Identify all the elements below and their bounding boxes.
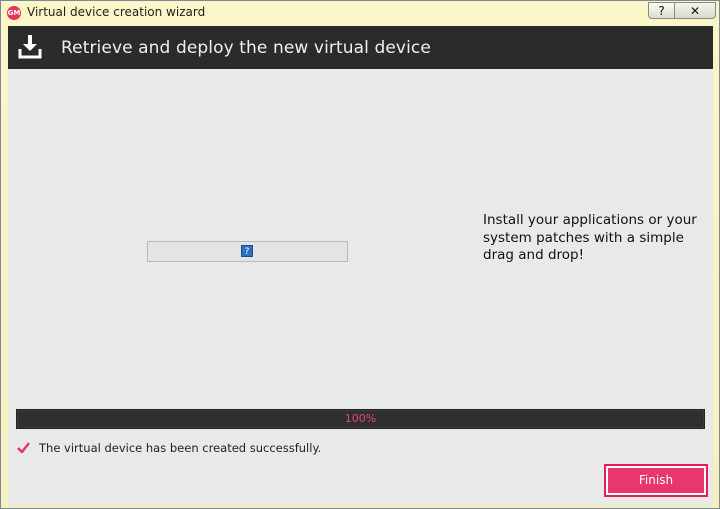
genymotion-logo-icon: GM xyxy=(7,6,21,20)
close-button[interactable]: ✕ xyxy=(674,2,716,19)
checkmark-icon xyxy=(17,442,30,453)
finish-button-focus-ring: Finish xyxy=(604,464,708,497)
window-title: Virtual device creation wizard xyxy=(27,5,206,19)
progress-label: 100% xyxy=(344,412,377,425)
wizard-content: ? Install your applications or your syst… xyxy=(8,69,713,505)
title-bar[interactable]: GM Virtual device creation wizard ? ✕ xyxy=(1,1,719,25)
wizard-header: Retrieve and deploy the new virtual devi… xyxy=(8,26,713,69)
progress-bar: 100% xyxy=(16,409,705,429)
image-placeholder: ? xyxy=(147,241,348,262)
finish-button[interactable]: Finish xyxy=(608,468,704,493)
status-message: The virtual device has been created succ… xyxy=(39,441,322,455)
missing-image-icon: ? xyxy=(241,245,253,257)
help-button[interactable]: ? xyxy=(648,2,675,19)
page-title: Retrieve and deploy the new virtual devi… xyxy=(61,38,431,58)
wizard-window: GM Virtual device creation wizard ? ✕ Re… xyxy=(0,0,720,509)
info-text: Install your applications or your system… xyxy=(483,212,697,263)
download-icon xyxy=(18,35,42,59)
